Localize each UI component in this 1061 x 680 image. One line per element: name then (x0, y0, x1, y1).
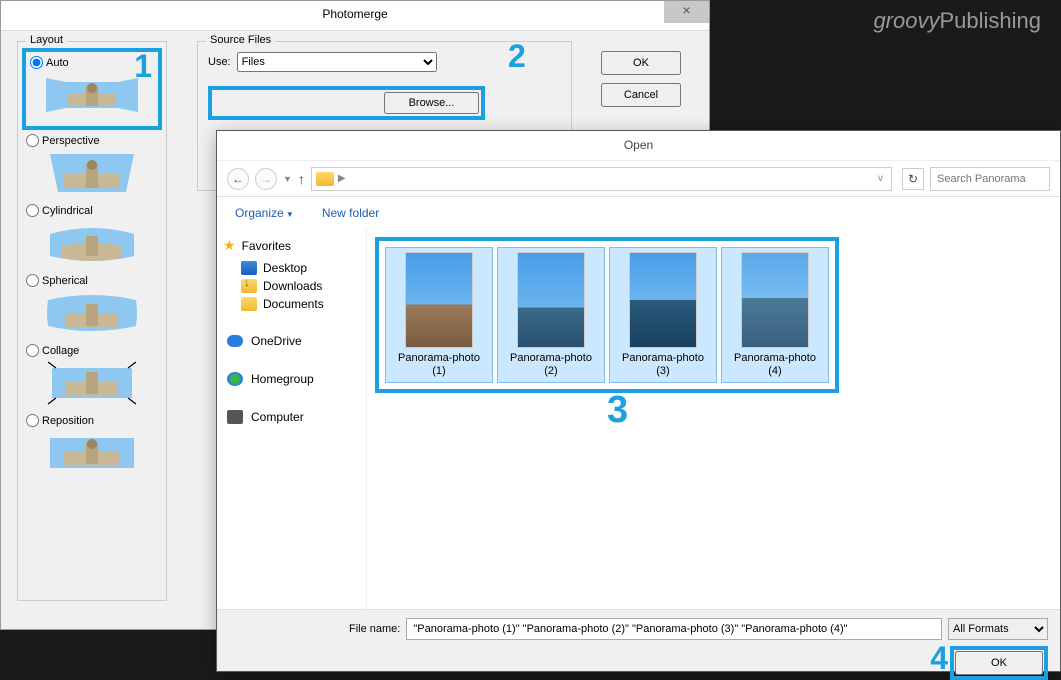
refresh-button[interactable]: ↻ (902, 168, 924, 190)
filename-label: File name: (349, 623, 400, 635)
layout-cylindrical[interactable]: Cylindrical (26, 204, 158, 217)
file-thumbnail (629, 252, 697, 348)
file-item[interactable]: Panorama-photo (4) (721, 247, 829, 383)
file-item[interactable]: Panorama-photo (1) (385, 247, 493, 383)
file-thumbnail (517, 252, 585, 348)
selected-files-highlight: Panorama-photo (1) Panorama-photo (2) Pa… (375, 237, 839, 393)
layout-collage[interactable]: Collage (26, 344, 158, 357)
layout-spherical-radio[interactable] (26, 274, 39, 287)
file-item[interactable]: Panorama-photo (2) (497, 247, 605, 383)
documents-icon (241, 297, 257, 311)
homegroup-icon (227, 372, 243, 386)
file-thumbnail (405, 252, 473, 348)
sidebar-desktop[interactable]: Desktop (223, 259, 360, 277)
new-folder-button[interactable]: New folder (322, 206, 379, 220)
sidebar-documents[interactable]: Documents (223, 295, 360, 313)
layout-reposition[interactable]: Reposition (26, 414, 158, 427)
layout-reposition-radio[interactable] (26, 414, 39, 427)
chevron-down-icon[interactable]: v (878, 173, 883, 184)
forward-button[interactable]: → (255, 168, 277, 190)
photomerge-title: Photomerge (322, 7, 387, 21)
open-title: Open (217, 131, 1060, 161)
layout-spherical[interactable]: Spherical (26, 274, 158, 287)
file-area: Panorama-photo (1) Panorama-photo (2) Pa… (367, 229, 1060, 609)
downloads-icon (241, 279, 257, 293)
toolbar: Organize New folder (217, 197, 1060, 229)
format-select[interactable]: All Formats (948, 618, 1048, 640)
star-icon: ★ (223, 237, 236, 254)
file-label: Panorama-photo (2) (502, 352, 600, 378)
photomerge-title-bar: Photomerge × (1, 1, 709, 31)
use-label: Use: (208, 56, 231, 68)
layout-collage-radio[interactable] (26, 344, 39, 357)
file-label: Panorama-photo (1) (390, 352, 488, 378)
browse-button[interactable]: Browse... (384, 92, 479, 114)
layout-cylindrical-radio[interactable] (26, 204, 39, 217)
layout-cylindrical-thumb (46, 220, 138, 266)
sidebar-favorites[interactable]: ★Favorites (223, 237, 360, 254)
filename-input[interactable] (406, 618, 942, 640)
computer-icon (227, 410, 243, 424)
cancel-button[interactable]: Cancel (601, 83, 681, 107)
file-label: Panorama-photo (4) (726, 352, 824, 378)
layout-collage-thumb (46, 360, 138, 406)
open-dialog: Open ← → ▼ ↑ ▶ v ↻ Organize New folder ★… (216, 130, 1061, 672)
sidebar-onedrive[interactable]: OneDrive (223, 331, 360, 351)
watermark: groovyPublishing (873, 8, 1041, 34)
bottom-bar: File name: All Formats 4 OK (217, 609, 1060, 671)
sidebar-homegroup[interactable]: Homegroup (223, 369, 360, 389)
back-button[interactable]: ← (227, 168, 249, 190)
file-thumbnail (741, 252, 809, 348)
sidebar-computer[interactable]: Computer (223, 407, 360, 427)
folder-icon (316, 172, 334, 186)
sidebar-downloads[interactable]: Downloads (223, 277, 360, 295)
layout-group-label: Layout (26, 34, 67, 46)
desktop-icon (241, 261, 257, 275)
layout-group: Layout 1 Auto Perspective Cylindrical Sp… (17, 41, 167, 601)
use-select[interactable]: Files (237, 52, 437, 72)
layout-spherical-thumb (46, 290, 138, 336)
open-ok-button[interactable]: OK (955, 651, 1043, 675)
layout-perspective-thumb (46, 150, 138, 196)
annotation-3: 3 (607, 389, 628, 432)
layout-auto-thumb (46, 72, 138, 118)
sidebar: ★Favorites Desktop Downloads Documents O… (217, 229, 367, 609)
address-bar[interactable]: ▶ v (311, 167, 892, 191)
layout-perspective-radio[interactable] (26, 134, 39, 147)
file-label: Panorama-photo (3) (614, 352, 712, 378)
cloud-icon (227, 335, 243, 347)
nav-bar: ← → ▼ ↑ ▶ v ↻ (217, 161, 1060, 197)
layout-reposition-thumb (46, 430, 138, 476)
layout-perspective[interactable]: Perspective (26, 134, 158, 147)
file-item[interactable]: Panorama-photo (3) (609, 247, 717, 383)
annotation-4: 4 (930, 640, 948, 677)
search-input[interactable] (930, 167, 1050, 191)
ok-button[interactable]: OK (601, 51, 681, 75)
close-button[interactable]: × (664, 1, 709, 23)
up-button[interactable]: ↑ (298, 171, 305, 187)
source-files-label: Source Files (206, 34, 275, 46)
layout-auto-radio[interactable] (30, 56, 43, 69)
organize-menu[interactable]: Organize (235, 206, 294, 220)
layout-auto[interactable]: Auto (30, 56, 154, 69)
